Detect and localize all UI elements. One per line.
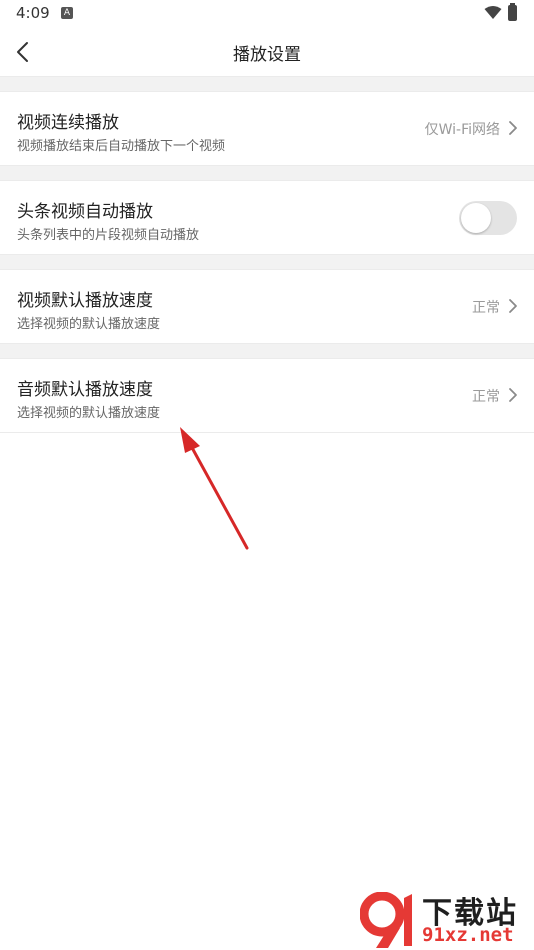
setting-title: 视频默认播放速度 [17, 291, 153, 311]
setting-subtitle: 选择视频的默认播放速度 [17, 406, 161, 421]
setting-value: 正常 [472, 300, 500, 316]
setting-title: 音频默认播放速度 [17, 380, 153, 400]
setting-subtitle: 视频播放结束后自动播放下一个视频 [17, 139, 226, 154]
notification-icon: A [61, 7, 73, 19]
setting-subtitle: 选择视频的默认播放速度 [17, 317, 161, 332]
chevron-right-icon [509, 388, 517, 402]
setting-subtitle: 头条列表中的片段视频自动播放 [17, 228, 200, 243]
header: 播放设置 [0, 28, 534, 76]
section-separator [0, 165, 534, 181]
section-separator [0, 343, 534, 359]
setting-row-headline-autoplay: 头条视频自动播放 头条列表中的片段视频自动播放 [0, 181, 534, 254]
autoplay-toggle[interactable] [459, 201, 517, 235]
battery-icon [508, 3, 517, 21]
section-separator [0, 76, 534, 92]
page-title: 播放设置 [233, 45, 301, 65]
setting-title: 头条视频自动播放 [17, 202, 153, 222]
section-separator [0, 254, 534, 270]
setting-row-audio-speed[interactable]: 音频默认播放速度 选择视频的默认播放速度 正常 [0, 359, 534, 433]
setting-row-continuous-play[interactable]: 视频连续播放 视频播放结束后自动播放下一个视频 仅Wi-Fi网络 [0, 92, 534, 165]
watermark-url: 91xz.net [422, 924, 514, 946]
chevron-right-icon [509, 299, 517, 313]
status-time: 4:09 [16, 4, 50, 22]
setting-value: 仅Wi-Fi网络 [424, 122, 500, 138]
status-bar: 4:09 A [0, 0, 534, 28]
setting-title: 视频连续播放 [17, 113, 119, 133]
watermark: 下载站 91xz.net [360, 888, 534, 950]
wifi-icon [484, 6, 502, 19]
chevron-right-icon [509, 121, 517, 135]
setting-row-video-speed[interactable]: 视频默认播放速度 选择视频的默认播放速度 正常 [0, 270, 534, 343]
watermark-logo-icon [360, 892, 412, 948]
annotation-arrow-icon [180, 427, 249, 550]
setting-value: 正常 [472, 389, 500, 405]
toggle-knob [461, 203, 491, 233]
